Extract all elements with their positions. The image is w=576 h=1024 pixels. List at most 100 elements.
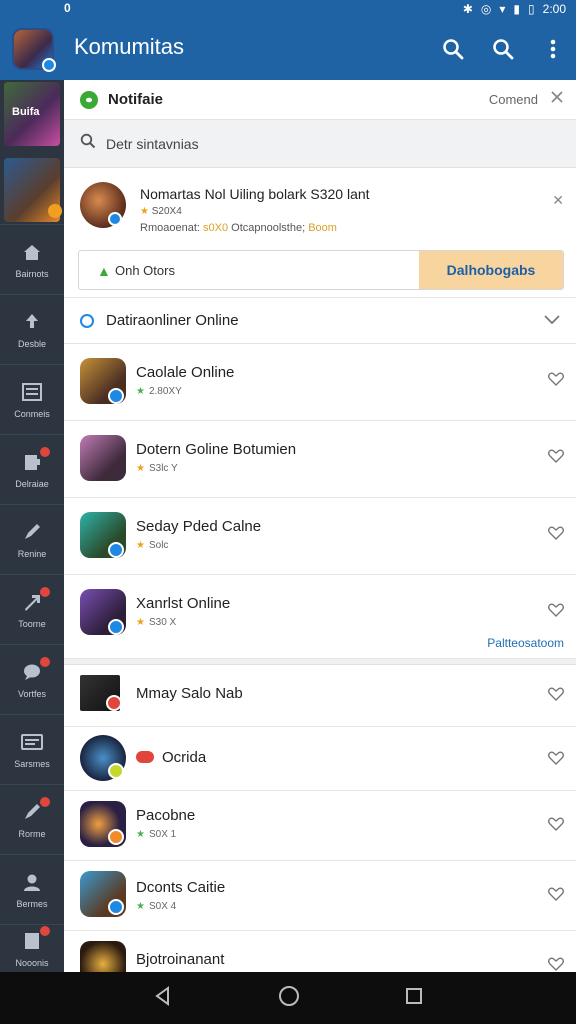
star-icon: ★	[136, 829, 145, 840]
sidebar-item-label: Sarsmes	[14, 758, 50, 769]
item-rating-value: 2.80XY	[148, 386, 182, 397]
heart-icon[interactable]	[548, 751, 564, 770]
leaf-icon: ▲	[97, 263, 111, 279]
item-rating-value: Solc	[148, 540, 169, 551]
section-header[interactable]: Datiraonliner Online	[64, 298, 576, 344]
sidebar-item-label: Conmeis	[14, 408, 50, 419]
featured-right-button[interactable]: Dalhobogabs	[419, 251, 563, 289]
featured-rating-value: S20X4	[151, 206, 182, 217]
search-icon[interactable]	[440, 36, 466, 62]
heart-icon[interactable]	[548, 526, 564, 545]
sidebar-item-label: Bairnots	[15, 268, 49, 279]
close-icon[interactable]: ✕	[552, 192, 564, 209]
recents-icon[interactable]	[405, 987, 423, 1010]
star-icon: ★	[136, 386, 145, 397]
avatar[interactable]	[12, 28, 56, 72]
sidebar-item-home[interactable]: Bairnots	[0, 224, 64, 294]
home-icon[interactable]	[278, 985, 300, 1012]
search-input[interactable]: Detr sintavnias	[64, 120, 576, 168]
sidebar-item-label: Renine	[17, 548, 47, 559]
sidebar-item-door[interactable]: Delraiae	[0, 434, 64, 504]
item-name: Seday Pded Calne	[136, 518, 262, 535]
battery-icon: ▯	[528, 2, 535, 16]
list-item[interactable]: Ocrida	[64, 727, 576, 791]
sidebar-item-label: Toorne	[18, 618, 46, 629]
list-item[interactable]: Dotern Goline Botumien ★ S3lc Y	[64, 421, 576, 498]
sidebar-item-upload[interactable]: Desble	[0, 294, 64, 364]
close-icon[interactable]	[550, 90, 564, 109]
list-item[interactable]: Mmay Salo Nab	[64, 665, 576, 727]
star-icon: ★	[136, 617, 145, 628]
heart-icon[interactable]	[548, 817, 564, 836]
sidebar-item-list[interactable]: Conmeis	[0, 364, 64, 434]
list-item[interactable]: Seday Pded Calne ★ Solc	[64, 498, 576, 575]
chevron-down-icon[interactable]	[544, 312, 560, 330]
list-item[interactable]: Caolale Online ★ 2.80XY	[64, 344, 576, 421]
featured-thumb-badge	[108, 212, 122, 226]
featured-left-button[interactable]: ▲ Onh Otors	[79, 251, 419, 289]
sidebar-item-user[interactable]: Bermes	[0, 854, 64, 924]
heart-icon[interactable]	[548, 372, 564, 391]
search-placeholder: Detr sintavnias	[106, 135, 199, 152]
item-rating-value: S3lc Y	[148, 463, 178, 474]
upload-icon	[20, 311, 44, 333]
page-title: Komumitas	[74, 34, 185, 59]
back-icon[interactable]	[153, 985, 173, 1011]
sidebar-item-card[interactable]: Sarsmes	[0, 714, 64, 784]
featured-title: Nomartas Nol Uiling bolark S320 lant	[140, 186, 370, 202]
item-badge	[108, 619, 124, 635]
chat-icon	[20, 656, 50, 683]
signal-icon: ▮	[513, 2, 521, 16]
heart-icon[interactable]	[548, 603, 564, 622]
item-rating-value: S0X 1	[148, 829, 177, 840]
sidebar-game-thumb[interactable]: Buifa	[4, 82, 60, 146]
featured-card[interactable]: Nomartas Nol Uiling bolark S320 lant ★ S…	[64, 168, 576, 298]
section-label: Datiraonliner Online	[106, 312, 239, 329]
item-badge	[108, 899, 124, 915]
sidebar-item-label: Rorme	[18, 828, 46, 839]
item-rating-value: S0X 4	[148, 901, 177, 912]
featured-sub-prefix: Rmoaoenat:	[140, 222, 200, 234]
heart-icon[interactable]	[548, 687, 564, 706]
sidebar-item-pen[interactable]: Renine	[0, 504, 64, 574]
item-thumb	[80, 941, 126, 972]
notification-dot	[40, 656, 50, 667]
sidebar-item-arrow[interactable]: Toorne	[0, 574, 64, 644]
item-thumb	[80, 435, 126, 481]
sidebar-game-thumb-2[interactable]	[4, 158, 62, 222]
heart-icon[interactable]	[548, 449, 564, 468]
search-icon[interactable]	[490, 36, 516, 62]
item-badge	[108, 542, 124, 558]
item-rating: ★ Solc	[136, 540, 168, 551]
game-list: Caolale Online ★ 2.80XY Dotern Goline Bot…	[64, 344, 576, 972]
notification-label: Notifaie	[108, 91, 164, 108]
pen-icon	[20, 521, 44, 543]
sidebar-item-pen-2[interactable]: Rorme	[0, 784, 64, 854]
item-extra-link[interactable]: Paltteosatoom	[487, 636, 564, 650]
heart-icon[interactable]	[548, 957, 564, 972]
alarm-icon: ◎	[480, 2, 492, 16]
item-name: Pacobne	[136, 807, 196, 824]
sidebar-item-chat[interactable]: Vortfes	[0, 644, 64, 714]
sidebar-thumb-label: Buifa	[12, 106, 40, 118]
list-icon	[20, 381, 44, 403]
list-item[interactable]: Xanrlst Online ★ S30 X Paltteosatoom	[64, 575, 576, 659]
sidebar-thumb-badge	[48, 204, 62, 218]
more-vert-icon[interactable]	[540, 36, 566, 62]
notification-dot	[40, 446, 50, 457]
star-icon: ★	[140, 206, 149, 217]
list-item[interactable]: Pacobne ★ S0X 1	[64, 791, 576, 861]
item-rating: ★ S30 X	[136, 617, 176, 628]
list-item[interactable]: Dconts Caitie ★ S0X 4	[64, 861, 576, 931]
heart-icon[interactable]	[548, 887, 564, 906]
notification-bar[interactable]: Notifaie Comend	[64, 80, 576, 120]
door-icon	[20, 446, 50, 473]
notification-meta[interactable]: Comend	[489, 92, 538, 107]
app-bar: Komumitas	[0, 18, 576, 80]
item-name: Mmay Salo Nab	[136, 685, 243, 702]
list-item[interactable]: Bjotroinanant	[64, 931, 576, 972]
pen-icon	[20, 796, 50, 823]
sidebar-item-doc[interactable]: Nooonis	[0, 924, 64, 972]
featured-rating: ★ S20X4	[140, 206, 182, 217]
item-name: Ocrida	[162, 749, 207, 766]
